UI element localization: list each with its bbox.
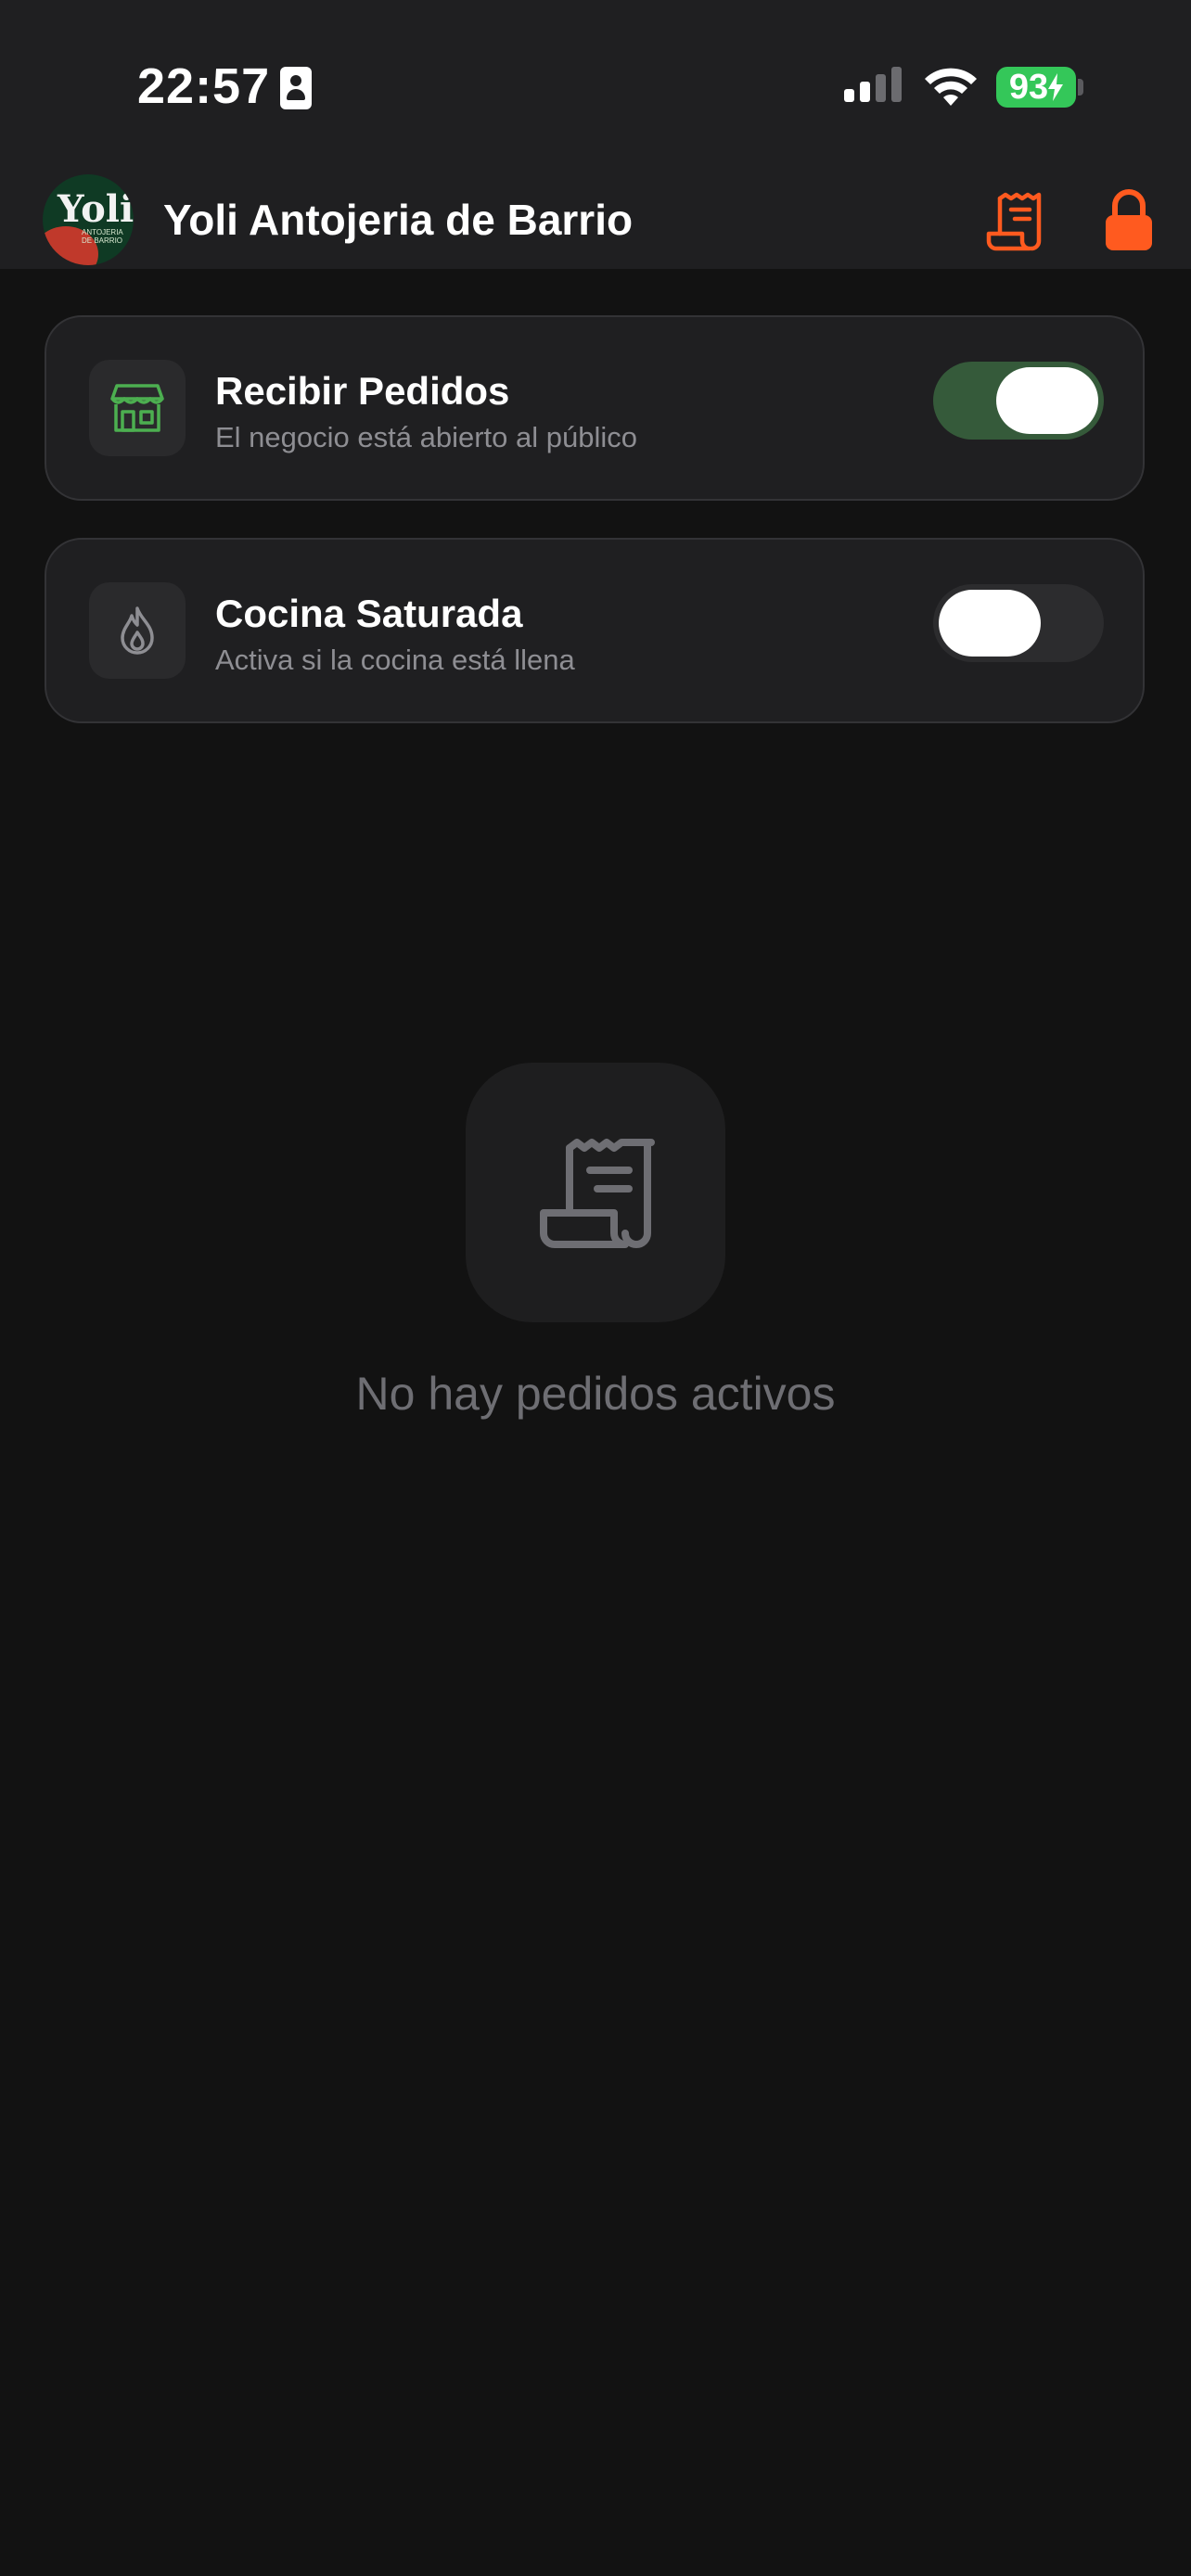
charging-bolt-icon — [1048, 73, 1064, 101]
receive-orders-title: Recibir Pedidos — [215, 369, 510, 413]
contact-card-icon — [280, 67, 312, 109]
toggle-knob — [996, 367, 1098, 434]
top-bar: 22:57 93 Yoli ANTOJERIA DE BARRIO Yoli A… — [0, 0, 1191, 269]
kitchen-saturated-card: Cocina Saturada Activa si la cocina está… — [45, 538, 1145, 723]
empty-state-message: No hay pedidos activos — [355, 1368, 836, 1420]
battery-indicator: 93 — [996, 67, 1076, 108]
receive-orders-card: Recibir Pedidos El negocio está abierto … — [45, 315, 1145, 501]
wifi-icon — [925, 68, 977, 106]
status-bar: 22:57 93 — [0, 0, 1191, 167]
battery-level: 93 — [1008, 67, 1049, 107]
shop-name: Yoli Antojeria de Barrio — [163, 196, 634, 244]
receive-orders-subtitle: El negocio está abierto al público — [215, 421, 637, 453]
lock-button[interactable] — [1100, 187, 1158, 254]
toggle-knob — [939, 590, 1041, 657]
receive-orders-toggle[interactable] — [933, 362, 1104, 440]
cellular-signal-icon — [844, 67, 902, 102]
flame-icon — [121, 606, 154, 655]
app-bar: Yoli ANTOJERIA DE BARRIO Yoli Antojeria … — [0, 167, 1191, 269]
status-time: 22:57 — [137, 58, 271, 114]
store-icon-box — [89, 360, 186, 456]
kitchen-saturated-title: Cocina Saturada — [215, 592, 523, 635]
battery-tip — [1078, 79, 1083, 96]
kitchen-saturated-toggle[interactable] — [933, 584, 1104, 662]
shop-logo: Yoli ANTOJERIA DE BARRIO — [43, 174, 134, 265]
empty-state-icon-box — [466, 1063, 725, 1322]
orders-receipt-button[interactable] — [981, 187, 1048, 254]
flame-icon-box — [89, 582, 186, 679]
receipt-icon — [540, 1139, 655, 1248]
kitchen-saturated-subtitle: Activa si la cocina está llena — [215, 644, 575, 676]
store-icon — [110, 384, 164, 432]
